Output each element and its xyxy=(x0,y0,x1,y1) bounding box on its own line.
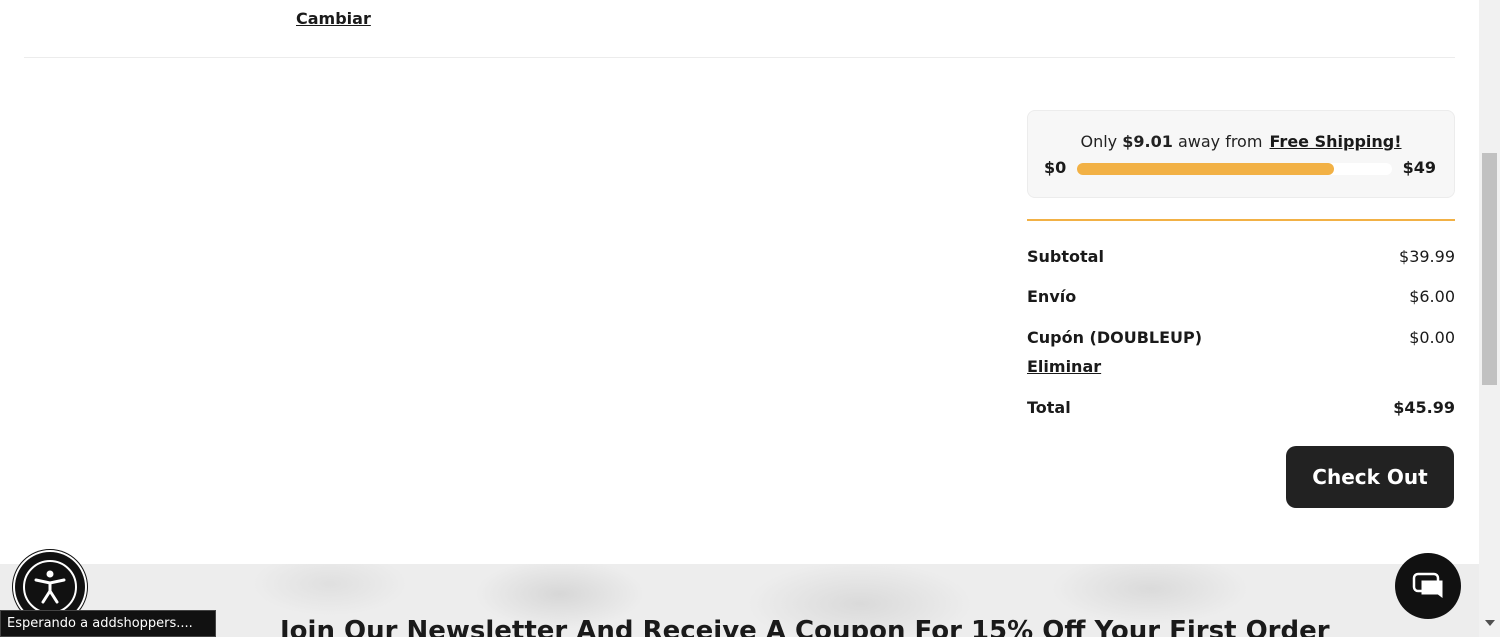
shipping-progress: $0 $49 xyxy=(1044,158,1436,178)
shipping-label: Envío xyxy=(1027,287,1077,306)
browser-status-bar: Esperando a addshoppers.... xyxy=(0,610,216,637)
total-label: Total xyxy=(1027,398,1071,417)
accessibility-icon xyxy=(23,560,77,614)
remove-coupon-link[interactable]: Eliminar xyxy=(1027,357,1101,376)
total-value: $45.99 xyxy=(1393,398,1455,417)
free-shipping-box: Only $9.01 away from Free Shipping! $0 $… xyxy=(1027,110,1455,198)
coupon-label: Cupón (DOUBLEUP) xyxy=(1027,328,1203,347)
scrollbar[interactable] xyxy=(1479,0,1500,637)
free-shipping-message: Only $9.01 away from Free Shipping! xyxy=(1028,132,1454,151)
shipping-remaining-amount: $9.01 xyxy=(1122,132,1173,151)
chat-button[interactable] xyxy=(1395,553,1461,619)
scrollbar-thumb[interactable] xyxy=(1482,153,1497,385)
progress-fill xyxy=(1077,163,1335,175)
divider xyxy=(24,57,1455,58)
newsletter-title: Join Our Newsletter And Receive A Coupon… xyxy=(280,616,1330,637)
progress-min-label: $0 xyxy=(1044,158,1067,177)
summary-divider xyxy=(1027,219,1455,221)
coupon-value: $0.00 xyxy=(1409,328,1455,347)
subtotal-label: Subtotal xyxy=(1027,247,1104,266)
scroll-down-arrow-icon[interactable] xyxy=(1485,620,1495,626)
shipping-prefix: Only xyxy=(1080,132,1118,151)
progress-track xyxy=(1077,163,1392,175)
progress-max-label: $49 xyxy=(1402,158,1436,177)
shipping-middle-text: away from xyxy=(1177,132,1263,151)
change-address-link[interactable]: Cambiar xyxy=(296,9,371,28)
chat-bubble-icon xyxy=(1412,572,1443,598)
shipping-value: $6.00 xyxy=(1409,287,1455,306)
subtotal-value: $39.99 xyxy=(1399,247,1455,266)
cart-page: Cambiar Only $9.01 away from Free Shippi… xyxy=(0,0,1479,637)
free-shipping-link[interactable]: Free Shipping! xyxy=(1270,132,1402,151)
newsletter-section: Join Our Newsletter And Receive A Coupon… xyxy=(0,564,1479,637)
checkout-button[interactable]: Check Out xyxy=(1286,446,1454,508)
